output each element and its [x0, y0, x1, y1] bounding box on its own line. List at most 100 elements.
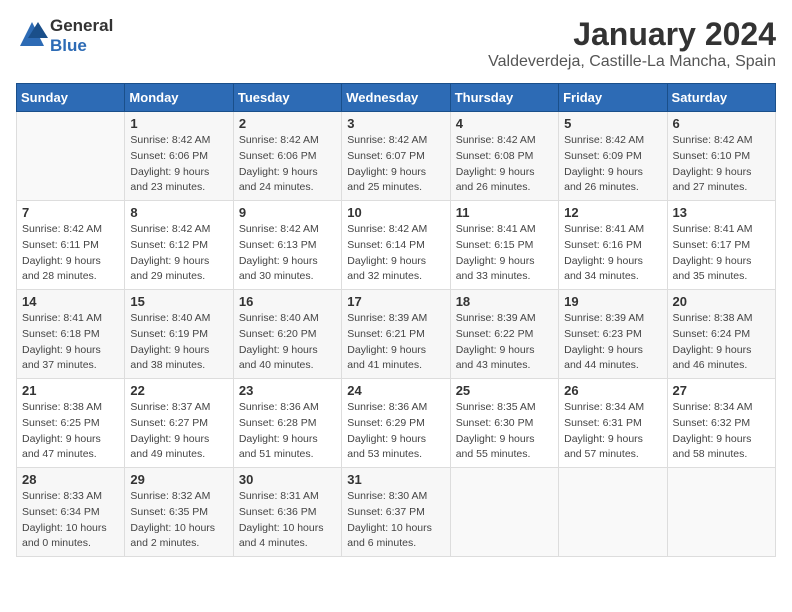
day-number: 5 [564, 116, 661, 131]
main-title: January 2024 [488, 16, 776, 53]
col-friday: Friday [559, 84, 667, 112]
day-info: Sunrise: 8:39 AMSunset: 6:21 PMDaylight:… [347, 311, 444, 374]
table-row: 8 Sunrise: 8:42 AMSunset: 6:12 PMDaylight… [125, 201, 233, 290]
day-info: Sunrise: 8:34 AMSunset: 6:32 PMDaylight:… [673, 400, 770, 463]
table-row: 18 Sunrise: 8:39 AMSunset: 6:22 PMDayligh… [450, 290, 558, 379]
table-row: 10Sunrise: 8:42 AMSunset: 6:14 PMDayligh… [342, 201, 450, 290]
table-row: 9 Sunrise: 8:42 AMSunset: 6:13 PMDaylight… [233, 201, 341, 290]
table-row: 3 Sunrise: 8:42 AMSunset: 6:07 PMDaylight… [342, 112, 450, 201]
day-info: Sunrise: 8:42 AMSunset: 6:08 PMDaylight:… [456, 133, 553, 196]
col-tuesday: Tuesday [233, 84, 341, 112]
calendar-week-row: 21Sunrise: 8:38 AMSunset: 6:25 PMDayligh… [17, 379, 776, 468]
table-row: 12 Sunrise: 8:41 AMSunset: 6:16 PMDayligh… [559, 201, 667, 290]
day-number: 24 [347, 383, 444, 398]
day-info: Sunrise: 8:42 AMSunset: 6:10 PMDaylight:… [673, 133, 770, 196]
table-row: 5 Sunrise: 8:42 AMSunset: 6:09 PMDaylight… [559, 112, 667, 201]
day-number: 21 [22, 383, 119, 398]
table-row: 25 Sunrise: 8:35 AMSunset: 6:30 PMDayligh… [450, 379, 558, 468]
day-number: 7 [22, 205, 119, 220]
table-row [667, 468, 775, 557]
table-row: 11 Sunrise: 8:41 AMSunset: 6:15 PMDayligh… [450, 201, 558, 290]
day-info: Sunrise: 8:39 AMSunset: 6:22 PMDaylight:… [456, 311, 553, 374]
day-number: 18 [456, 294, 553, 309]
day-number: 4 [456, 116, 553, 131]
day-number: 3 [347, 116, 444, 131]
table-row: 30 Sunrise: 8:31 AMSunset: 6:36 PMDayligh… [233, 468, 341, 557]
table-row: 4 Sunrise: 8:42 AMSunset: 6:08 PMDaylight… [450, 112, 558, 201]
logo-text-blue: Blue [50, 36, 87, 55]
day-info: Sunrise: 8:42 AMSunset: 6:09 PMDaylight:… [564, 133, 661, 196]
day-info: Sunrise: 8:40 AMSunset: 6:20 PMDaylight:… [239, 311, 336, 374]
day-info: Sunrise: 8:30 AMSunset: 6:37 PMDaylight:… [347, 489, 444, 552]
table-row: 7 Sunrise: 8:42 AMSunset: 6:11 PMDaylight… [17, 201, 125, 290]
title-block: January 2024 Valdeverdeja, Castille-La M… [488, 16, 776, 71]
table-row: 16 Sunrise: 8:40 AMSunset: 6:20 PMDayligh… [233, 290, 341, 379]
day-number: 26 [564, 383, 661, 398]
day-number: 28 [22, 472, 119, 487]
day-info: Sunrise: 8:37 AMSunset: 6:27 PMDaylight:… [130, 400, 227, 463]
day-info: Sunrise: 8:33 AMSunset: 6:34 PMDaylight:… [22, 489, 119, 552]
day-info: Sunrise: 8:31 AMSunset: 6:36 PMDaylight:… [239, 489, 336, 552]
day-info: Sunrise: 8:42 AMSunset: 6:07 PMDaylight:… [347, 133, 444, 196]
calendar-week-row: 28 Sunrise: 8:33 AMSunset: 6:34 PMDayligh… [17, 468, 776, 557]
table-row: 6 Sunrise: 8:42 AMSunset: 6:10 PMDaylight… [667, 112, 775, 201]
table-row: 29 Sunrise: 8:32 AMSunset: 6:35 PMDayligh… [125, 468, 233, 557]
table-row: 14Sunrise: 8:41 AMSunset: 6:18 PMDayligh… [17, 290, 125, 379]
table-row: 19 Sunrise: 8:39 AMSunset: 6:23 PMDayligh… [559, 290, 667, 379]
table-row: 24 Sunrise: 8:36 AMSunset: 6:29 PMDayligh… [342, 379, 450, 468]
day-number: 16 [239, 294, 336, 309]
day-info: Sunrise: 8:42 AMSunset: 6:12 PMDaylight:… [130, 222, 227, 285]
table-row: 26 Sunrise: 8:34 AMSunset: 6:31 PMDayligh… [559, 379, 667, 468]
table-row [559, 468, 667, 557]
day-number: 30 [239, 472, 336, 487]
day-number: 2 [239, 116, 336, 131]
day-number: 11 [456, 205, 553, 220]
table-row: 22 Sunrise: 8:37 AMSunset: 6:27 PMDayligh… [125, 379, 233, 468]
day-info: Sunrise: 8:41 AMSunset: 6:15 PMDaylight:… [456, 222, 553, 285]
col-sunday: Sunday [17, 84, 125, 112]
logo: General Blue [16, 16, 113, 56]
table-row: 28 Sunrise: 8:33 AMSunset: 6:34 PMDayligh… [17, 468, 125, 557]
calendar-table: Sunday Monday Tuesday Wednesday Thursday… [16, 83, 776, 557]
col-saturday: Saturday [667, 84, 775, 112]
page-header: General Blue January 2024 Valdeverdeja, … [16, 16, 776, 71]
day-info: Sunrise: 8:42 AMSunset: 6:11 PMDaylight:… [22, 222, 119, 285]
day-info: Sunrise: 8:32 AMSunset: 6:35 PMDaylight:… [130, 489, 227, 552]
table-row: 23 Sunrise: 8:36 AMSunset: 6:28 PMDayligh… [233, 379, 341, 468]
table-row [17, 112, 125, 201]
day-number: 6 [673, 116, 770, 131]
day-info: Sunrise: 8:36 AMSunset: 6:29 PMDaylight:… [347, 400, 444, 463]
day-info: Sunrise: 8:42 AMSunset: 6:06 PMDaylight:… [239, 133, 336, 196]
day-number: 23 [239, 383, 336, 398]
table-row: 2 Sunrise: 8:42 AMSunset: 6:06 PMDaylight… [233, 112, 341, 201]
table-row: 1Sunrise: 8:42 AMSunset: 6:06 PMDaylight… [125, 112, 233, 201]
day-number: 25 [456, 383, 553, 398]
day-number: 19 [564, 294, 661, 309]
day-number: 9 [239, 205, 336, 220]
day-info: Sunrise: 8:42 AMSunset: 6:13 PMDaylight:… [239, 222, 336, 285]
logo-text-general: General [50, 16, 113, 35]
day-info: Sunrise: 8:34 AMSunset: 6:31 PMDaylight:… [564, 400, 661, 463]
day-info: Sunrise: 8:42 AMSunset: 6:14 PMDaylight:… [347, 222, 444, 285]
day-number: 29 [130, 472, 227, 487]
day-number: 13 [673, 205, 770, 220]
day-number: 17 [347, 294, 444, 309]
day-info: Sunrise: 8:35 AMSunset: 6:30 PMDaylight:… [456, 400, 553, 463]
day-number: 8 [130, 205, 227, 220]
table-row: 20Sunrise: 8:38 AMSunset: 6:24 PMDayligh… [667, 290, 775, 379]
table-row [450, 468, 558, 557]
calendar-week-row: 7 Sunrise: 8:42 AMSunset: 6:11 PMDaylight… [17, 201, 776, 290]
table-row: 13Sunrise: 8:41 AMSunset: 6:17 PMDayligh… [667, 201, 775, 290]
col-thursday: Thursday [450, 84, 558, 112]
day-info: Sunrise: 8:36 AMSunset: 6:28 PMDaylight:… [239, 400, 336, 463]
day-info: Sunrise: 8:41 AMSunset: 6:16 PMDaylight:… [564, 222, 661, 285]
day-info: Sunrise: 8:41 AMSunset: 6:18 PMDaylight:… [22, 311, 119, 374]
day-info: Sunrise: 8:42 AMSunset: 6:06 PMDaylight:… [130, 133, 227, 196]
day-number: 22 [130, 383, 227, 398]
col-monday: Monday [125, 84, 233, 112]
day-info: Sunrise: 8:39 AMSunset: 6:23 PMDaylight:… [564, 311, 661, 374]
table-row: 21Sunrise: 8:38 AMSunset: 6:25 PMDayligh… [17, 379, 125, 468]
day-number: 12 [564, 205, 661, 220]
calendar-week-row: 1Sunrise: 8:42 AMSunset: 6:06 PMDaylight… [17, 112, 776, 201]
subtitle: Valdeverdeja, Castille-La Mancha, Spain [488, 53, 776, 71]
